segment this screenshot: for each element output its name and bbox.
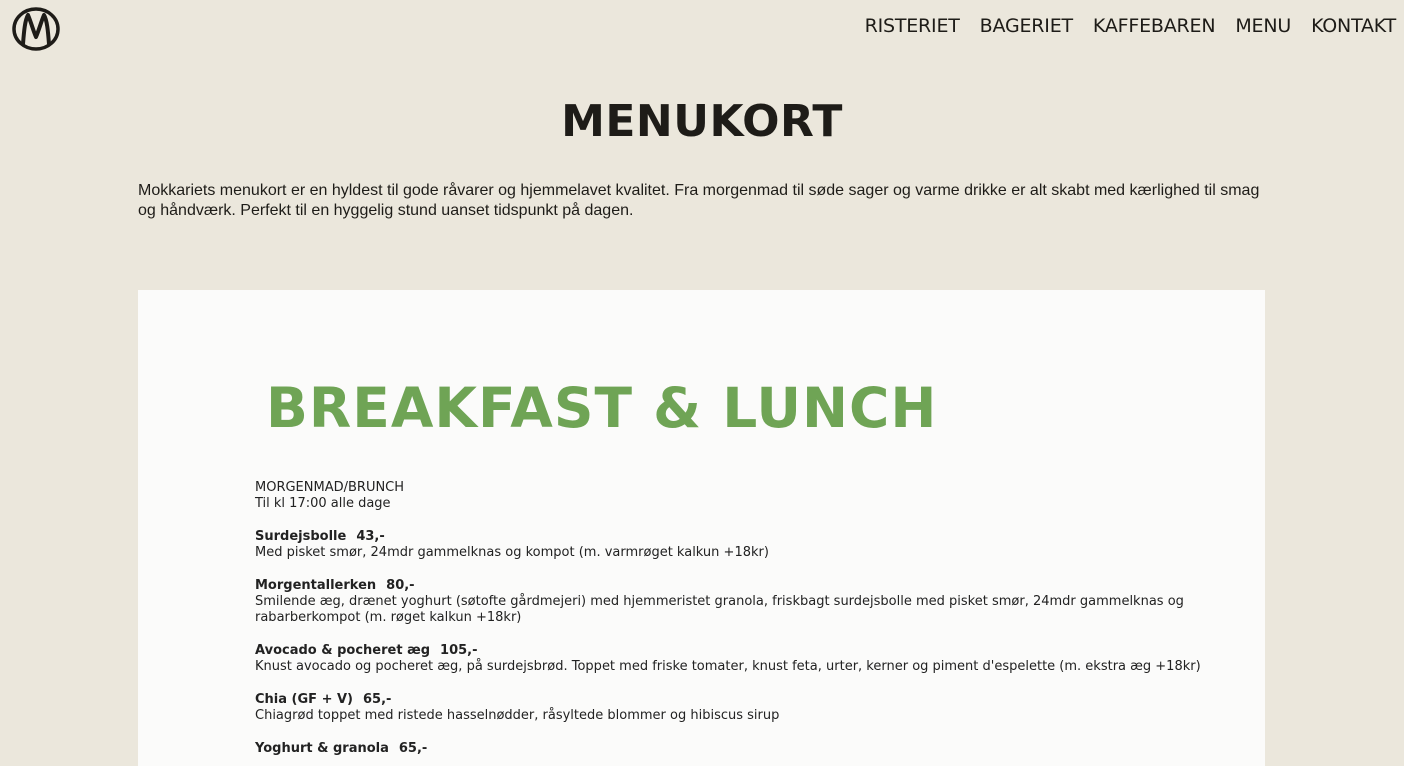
menu-item-name: Avocado & pocheret æg — [255, 643, 431, 658]
menu-item-price: 105,- — [440, 643, 478, 658]
menu-item-name: Morgentallerken — [255, 578, 377, 593]
section-title: MORGENMAD/BRUNCH — [255, 480, 405, 495]
menu-item: Chia (GF + V) 65,- Chiagrød toppet med ri… — [255, 692, 1245, 724]
menu-item-description: Smilende æg, drænet yoghurt (søtofte går… — [255, 594, 1184, 625]
main-nav: RISTERIET BAGERIET KAFFEBAREN MENU KONTA… — [865, 15, 1397, 37]
menu-item-name: Yoghurt & granola — [255, 741, 389, 756]
site-header: RISTERIET BAGERIET KAFFEBAREN MENU KONTA… — [0, 0, 1404, 56]
nav-menu[interactable]: MENU — [1235, 15, 1291, 37]
menu-item-price: 80,- — [386, 578, 415, 593]
menu-item-description: Knust avocado og pocheret æg, på surdejs… — [255, 659, 1201, 674]
page-title: MENUKORT — [561, 96, 843, 147]
menu-item-name: Surdejsbolle — [255, 529, 347, 544]
nav-kontakt[interactable]: KONTAKT — [1311, 15, 1396, 37]
menu-item: Surdejsbolle 43,- Med pisket smør, 24mdr … — [255, 529, 1245, 561]
menu-item: Yoghurt & granola 65,- — [255, 741, 1245, 757]
nav-risteriet[interactable]: RISTERIET — [865, 15, 960, 37]
menu-item: Morgentallerken 80,- Smilende æg, drænet … — [255, 578, 1245, 626]
menu-card-image: BREAKFAST & LUNCH MORGENMAD/BRUNCH Til k… — [138, 290, 1265, 766]
intro-text: Mokkariets menukort er en hyldest til go… — [138, 182, 1260, 219]
menu-item-description: Chiagrød toppet med ristede hasselnødder… — [255, 708, 780, 723]
menu-item-price: 65,- — [398, 741, 428, 756]
menu-item: Avocado & pocheret æg 105,- Knust avocado… — [255, 643, 1245, 675]
mokkariet-logo-icon[interactable] — [11, 6, 61, 52]
menu-item-price: 65,- — [363, 692, 392, 707]
menu-heading: BREAKFAST & LUNCH — [266, 376, 938, 440]
menu-body: MORGENMAD/BRUNCH Til kl 17:00 alle dage … — [255, 480, 1245, 757]
menu-item-name: Chia (GF + V) — [255, 692, 353, 707]
menu-item-description: Med pisket smør, 24mdr gammelknas og kom… — [255, 545, 769, 560]
section-subtitle: Til kl 17:00 alle dage — [255, 496, 391, 511]
menu-item-price: 43,- — [356, 529, 385, 544]
nav-bageriet[interactable]: BAGERIET — [980, 15, 1073, 37]
nav-kaffebaren[interactable]: KAFFEBAREN — [1093, 15, 1216, 37]
